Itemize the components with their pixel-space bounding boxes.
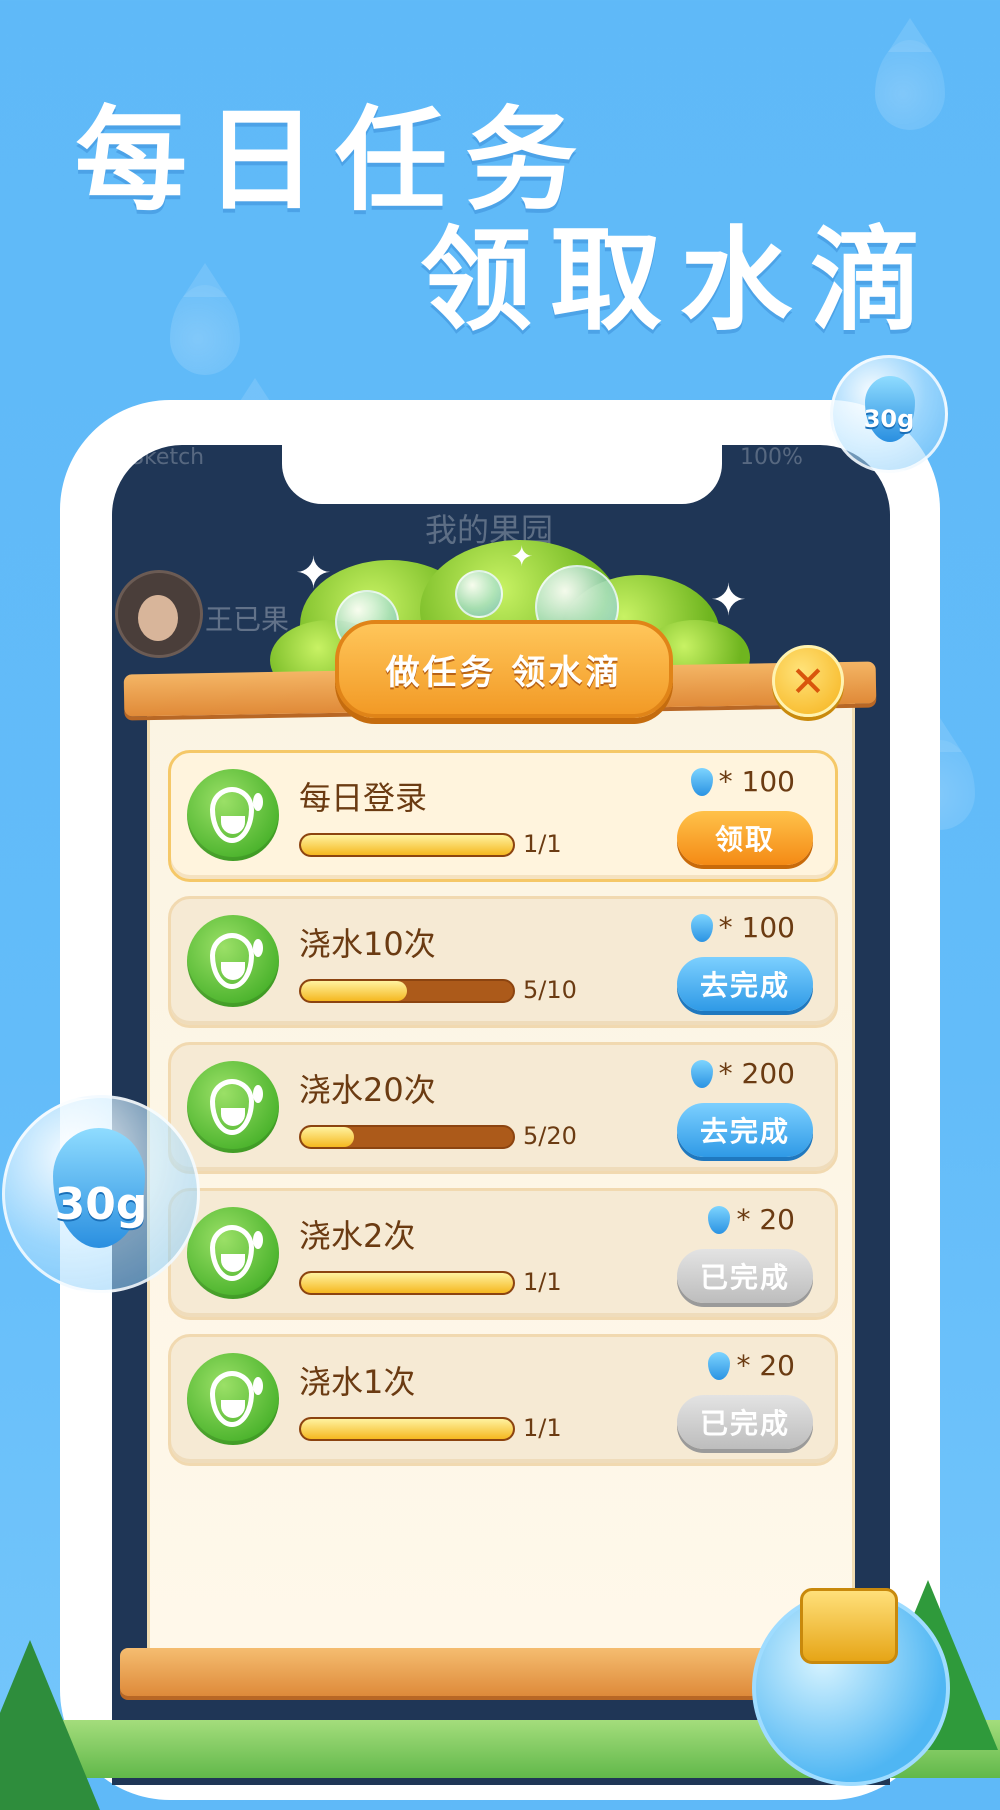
status-battery: 100%: [740, 445, 803, 470]
bubble-weight-label: 30g: [54, 1178, 148, 1230]
sparkle-icon: ✦: [295, 548, 332, 599]
progress-fill: [301, 1127, 354, 1147]
task-reward: * 20: [708, 1203, 795, 1236]
water-drop-icon: [187, 1207, 279, 1299]
reward-amount: * 20: [736, 1203, 795, 1236]
task-item-daily-login: 每日登录 1/1 * 100 领取: [168, 750, 838, 882]
task-progress-text: 1/1: [523, 830, 562, 858]
task-progress-bar: [299, 1271, 515, 1295]
task-item-water-2: 浇水2次 1/1 * 20 已完成: [168, 1188, 838, 1320]
phone-notch: [282, 440, 722, 504]
task-name: 每日登录: [299, 779, 428, 817]
task-progress-bar: [299, 1125, 515, 1149]
water-drop-icon: [187, 769, 279, 861]
task-progress-text: 5/10: [523, 976, 577, 1004]
background-drop-icon: [875, 40, 945, 130]
water-drop-icon: [708, 1205, 731, 1234]
reward-amount: * 100: [718, 911, 795, 944]
task-item-water-20: 浇水20次 5/20 * 200 去完成: [168, 1042, 838, 1174]
task-name: 浇水20次: [299, 1071, 436, 1109]
task-progress-text: 5/20: [523, 1122, 577, 1150]
reward-amount: * 20: [736, 1349, 795, 1382]
task-progress-text: 1/1: [523, 1414, 562, 1442]
close-icon: ✕: [790, 656, 826, 706]
panel-title-banner: 做任务 领水滴: [335, 620, 673, 718]
task-reward: * 100: [690, 911, 795, 944]
progress-fill: [301, 835, 513, 855]
reward-amount: * 200: [718, 1057, 795, 1090]
panel-title: 做任务 领水滴: [385, 652, 623, 693]
claim-button[interactable]: 领取: [677, 811, 813, 865]
water-drop-icon: [187, 1061, 279, 1153]
avatar[interactable]: [115, 570, 203, 658]
progress-fill: [301, 1419, 513, 1439]
sparkle-icon: ✦: [710, 575, 747, 626]
go-complete-button[interactable]: 去完成: [677, 957, 813, 1011]
progress-fill: [301, 981, 407, 1001]
bubble-weight-label: 30g: [863, 405, 915, 433]
water-bubble-large[interactable]: 30g: [2, 1095, 200, 1293]
task-name: 浇水10次: [299, 925, 436, 963]
close-button[interactable]: ✕: [772, 645, 844, 717]
task-reward: * 100: [690, 765, 795, 798]
water-drop-icon: [690, 913, 713, 942]
water-drop-icon: [187, 1353, 279, 1445]
progress-fill: [301, 1273, 513, 1293]
water-drop-icon: [708, 1351, 731, 1380]
water-bubble-small[interactable]: 30g: [830, 355, 948, 473]
reward-amount: * 100: [718, 765, 795, 798]
bottle-cap: [800, 1588, 898, 1664]
background-drop-icon: [170, 285, 240, 375]
task-progress-bar: [299, 979, 515, 1003]
water-drop-icon: [690, 767, 713, 796]
task-progress-bar: [299, 833, 515, 857]
task-name: 浇水2次: [299, 1217, 416, 1255]
task-reward: * 20: [708, 1349, 795, 1382]
completed-button[interactable]: 已完成: [677, 1395, 813, 1449]
task-item-water-1: 浇水1次 1/1 * 20 已完成: [168, 1334, 838, 1466]
status-carrier: Sketch: [130, 445, 205, 470]
water-drop-icon: [690, 1059, 713, 1088]
task-reward: * 200: [690, 1057, 795, 1090]
task-item-water-10: 浇水10次 5/10 * 100 去完成: [168, 896, 838, 1028]
owner-name: 王已果: [205, 603, 290, 636]
headline-claim-water: 领取水滴: [420, 216, 940, 346]
bubble-decoration: [455, 570, 503, 618]
completed-button[interactable]: 已完成: [677, 1249, 813, 1303]
task-name: 浇水1次: [299, 1363, 416, 1401]
sparkle-icon: ✦: [510, 540, 534, 573]
task-progress-text: 1/1: [523, 1268, 562, 1296]
task-progress-bar: [299, 1417, 515, 1441]
tree-decoration: [0, 1640, 100, 1810]
go-complete-button[interactable]: 去完成: [677, 1103, 813, 1157]
water-drop-icon: [187, 915, 279, 1007]
